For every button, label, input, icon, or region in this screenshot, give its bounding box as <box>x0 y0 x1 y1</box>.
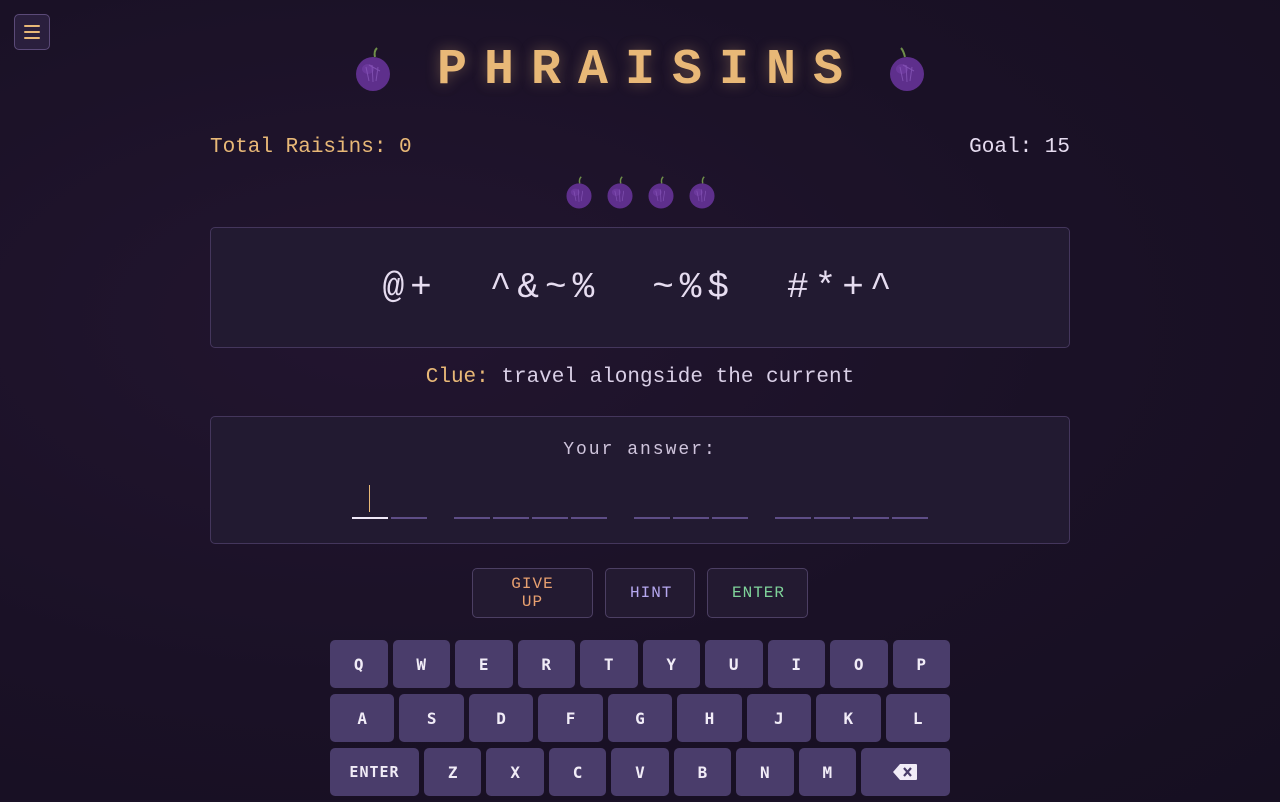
key-q[interactable]: Q <box>330 640 388 688</box>
letter-slot[interactable] <box>892 483 928 519</box>
cipher-word: ^&~% <box>489 267 601 308</box>
letter-slot[interactable] <box>712 483 748 519</box>
key-z[interactable]: Z <box>424 748 482 796</box>
letter-slot[interactable] <box>454 483 490 519</box>
key-x[interactable]: X <box>486 748 544 796</box>
key-h[interactable]: H <box>677 694 742 742</box>
hint-button[interactable]: HINT <box>605 568 695 618</box>
on-screen-keyboard: Q W E R T Y U I O P A S D F G H J K L ENTER Z X C V B N M <box>330 640 950 802</box>
key-f[interactable]: F <box>538 694 603 742</box>
key-o[interactable]: O <box>830 640 888 688</box>
cipher-box: @+ ^&~% ~%$ #*+^ <box>210 227 1070 348</box>
game-title: PHRAISINS <box>436 41 861 99</box>
enter-button[interactable]: ENTER <box>707 568 808 618</box>
key-y[interactable]: Y <box>642 640 700 688</box>
answer-word <box>775 483 928 519</box>
text-caret <box>369 485 370 512</box>
key-d[interactable]: D <box>468 694 534 742</box>
clue-text: travel alongside the current <box>501 366 855 389</box>
key-p[interactable]: P <box>892 640 950 688</box>
keyboard-row: ASDFGHJKL <box>330 694 950 742</box>
letter-slot[interactable] <box>634 483 670 519</box>
key-m[interactable]: M <box>798 748 856 796</box>
letter-slot[interactable] <box>853 483 889 519</box>
backspace-icon <box>893 764 918 780</box>
clue: Clue: travel alongside the current <box>0 366 1280 389</box>
key-v[interactable]: V <box>611 748 669 796</box>
life-raisin-icon <box>606 176 634 215</box>
letter-slot[interactable] <box>493 483 529 519</box>
key-enter[interactable]: ENTER <box>330 748 420 796</box>
life-raisin-icon <box>647 176 675 215</box>
key-w[interactable]: W <box>392 640 450 688</box>
letter-slot[interactable] <box>814 483 850 519</box>
letter-slot[interactable] <box>352 483 388 519</box>
life-raisin-icon <box>565 176 593 215</box>
letter-slot[interactable] <box>532 483 568 519</box>
key-backspace[interactable] <box>860 748 950 796</box>
title-row: PHRAISINS <box>0 38 1280 102</box>
key-n[interactable]: N <box>736 748 794 796</box>
key-g[interactable]: G <box>607 694 673 742</box>
life-raisin-icon <box>688 176 716 215</box>
key-j[interactable]: J <box>746 694 812 742</box>
key-e[interactable]: E <box>455 640 513 688</box>
letter-slot[interactable] <box>391 483 427 519</box>
lives-row <box>0 176 1280 215</box>
action-buttons: GIVE UP HINT ENTER <box>0 568 1280 618</box>
keyboard-row: ENTER Z X C V B N M <box>330 748 950 796</box>
answer-slots <box>211 483 1069 519</box>
answer-word <box>352 483 427 519</box>
key-l[interactable]: L <box>885 694 950 742</box>
key-t[interactable]: T <box>580 640 638 688</box>
cipher-word: ~%$ <box>652 267 736 308</box>
cipher-word: #*+^ <box>787 267 898 308</box>
key-r[interactable]: R <box>517 640 575 688</box>
hamburger-menu-icon-bar <box>24 25 40 27</box>
keyboard-row: QWERTYUIOP <box>330 640 950 688</box>
answer-word <box>634 483 748 519</box>
key-i[interactable]: I <box>767 640 825 688</box>
total-raisins: Total Raisins: 0 <box>210 136 412 159</box>
answer-word <box>454 483 607 519</box>
key-b[interactable]: B <box>673 748 732 796</box>
letter-slot[interactable] <box>775 483 811 519</box>
raisin-icon <box>355 47 390 91</box>
key-a[interactable]: A <box>330 694 395 742</box>
goal: Goal: 15 <box>969 136 1070 159</box>
raisin-icon <box>890 47 925 91</box>
letter-slot[interactable] <box>673 483 709 519</box>
answer-label: Your answer: <box>563 440 717 460</box>
cipher-word: @+ <box>382 267 438 308</box>
give-up-button[interactable]: GIVE UP <box>472 568 593 618</box>
key-u[interactable]: U <box>705 640 763 688</box>
answer-box: Your answer: <box>210 416 1070 544</box>
key-k[interactable]: K <box>816 694 881 742</box>
key-c[interactable]: C <box>548 748 607 796</box>
key-s[interactable]: S <box>399 694 464 742</box>
letter-slot[interactable] <box>571 483 607 519</box>
clue-label: Clue: <box>425 366 489 389</box>
hamburger-menu-icon-bar <box>24 31 40 33</box>
